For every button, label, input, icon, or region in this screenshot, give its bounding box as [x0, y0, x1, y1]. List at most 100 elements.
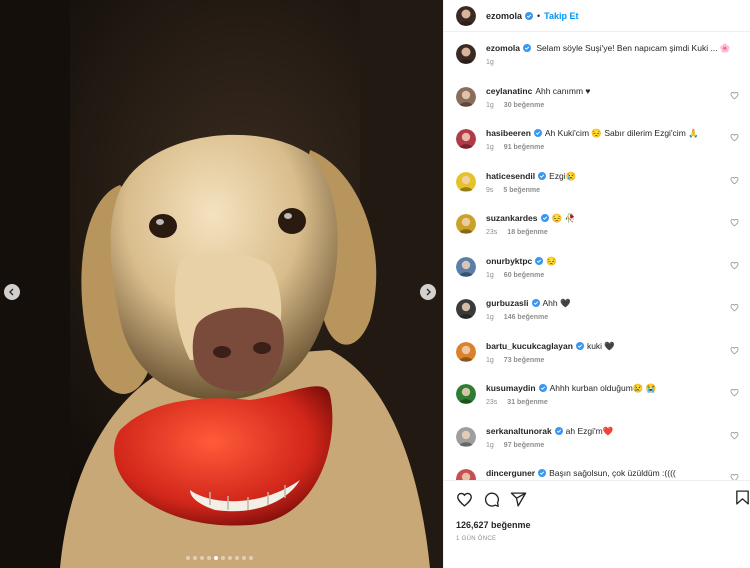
carousel-next-button[interactable]: [420, 284, 436, 300]
post-timestamp: 1 GÜN ÖNCE: [456, 536, 497, 542]
comment-like-icon[interactable]: [730, 261, 739, 270]
carousel-indicator: [186, 556, 253, 560]
post-media[interactable]: [0, 0, 443, 568]
comment-like-icon[interactable]: [730, 91, 739, 100]
carousel-dot: [228, 556, 232, 560]
comment-like-icon[interactable]: [730, 218, 739, 227]
commenter-avatar[interactable]: [456, 129, 476, 149]
carousel-dot: [193, 556, 197, 560]
commenter-avatar[interactable]: [456, 299, 476, 319]
comment-like-icon[interactable]: [730, 176, 739, 185]
bookmark-icon[interactable]: [734, 489, 750, 506]
carousel-dot: [249, 556, 253, 560]
comment-like-icon[interactable]: [730, 431, 739, 440]
carousel-dot: [186, 556, 190, 560]
author-username[interactable]: ezomola: [486, 11, 522, 21]
comment-time: 1g: [486, 271, 494, 279]
comment-username[interactable]: suzankardes: [486, 213, 538, 223]
comment-username[interactable]: onurbyktpc: [486, 256, 532, 266]
chevron-left-icon: [9, 288, 14, 296]
comment-like-icon[interactable]: [730, 346, 739, 355]
commenter-avatar[interactable]: [456, 426, 476, 447]
comment-text: 😔 🥀: [551, 213, 576, 223]
carousel-dot: [207, 556, 211, 560]
comment-like-icon[interactable]: [730, 303, 739, 312]
comment-item: gurbuzasli Ahh 🖤 1g 146 beğenme: [456, 297, 739, 340]
share-icon[interactable]: [510, 491, 527, 508]
commenter-avatar[interactable]: [456, 86, 476, 107]
comment-item: onurbyktpc 😔 1g 60 beğenme: [456, 255, 739, 298]
comment-text: Ezgi😢: [549, 170, 577, 181]
verified-badge-icon: [531, 299, 540, 307]
commenter-avatar[interactable]: [456, 171, 476, 192]
comment-text: Ahh 🖤: [542, 298, 571, 308]
comment-likes[interactable]: 73 beğenme: [504, 357, 544, 364]
comment-like-icon[interactable]: [730, 388, 739, 397]
comment-username[interactable]: gurbuzasli: [486, 298, 529, 308]
header-separator: •: [537, 10, 541, 21]
comment-username[interactable]: kusumaydin: [486, 383, 536, 393]
dog-photo: [0, 0, 443, 568]
comment-time: 1g: [486, 144, 494, 151]
caption-text: Selam söyle Suşi'ye! Ben napıcam şimdi K…: [536, 43, 731, 53]
comment-username[interactable]: haticesendil: [486, 171, 535, 181]
comment-item: haticesendil Ezgi😢 9s 5 beğenme: [456, 170, 739, 213]
carousel-prev-button[interactable]: [4, 284, 20, 300]
comment-time: 23s: [486, 229, 498, 236]
comment-time: 9s: [486, 186, 494, 194]
comment-text: Ahh canımm ♥: [535, 85, 591, 96]
comment-item: dincerguner Başın sağolsun, çok üzüldüm :…: [456, 467, 739, 480]
comment-icon[interactable]: [483, 491, 500, 508]
comment-username[interactable]: serkanaltunorak: [486, 426, 552, 436]
verified-badge-icon: [538, 171, 547, 180]
commenter-avatar[interactable]: [456, 256, 476, 277]
comment-time: 23s: [486, 399, 498, 406]
heart-icon[interactable]: [456, 491, 473, 508]
comment-username[interactable]: dincerguner: [486, 468, 535, 478]
comment-likes[interactable]: 18 beğenme: [507, 229, 547, 236]
verified-badge-icon: [540, 214, 549, 222]
comments-list[interactable]: ezomola Selam söyle Suşi'ye! Ben napıcam…: [444, 32, 750, 480]
carousel-dot: [214, 556, 218, 560]
verified-badge-icon: [523, 44, 532, 52]
verified-badge-icon: [554, 426, 563, 435]
total-likes[interactable]: 126,627 beğenme: [456, 520, 739, 530]
comment-username[interactable]: bartu_kucukcaglayan: [486, 341, 573, 351]
caption-time: 1g: [486, 59, 494, 66]
comment-like-icon[interactable]: [730, 473, 739, 480]
commenter-avatar[interactable]: [456, 214, 476, 234]
carousel-dot: [221, 556, 225, 560]
comment-time: 1g: [486, 101, 494, 109]
chevron-right-icon: [426, 288, 431, 296]
comment-text: Başın sağolsun, çok üzüldüm :((((: [549, 468, 676, 478]
comment-likes[interactable]: 30 beğenme: [504, 102, 544, 109]
comment-text: Ahhh kurban olduğum😢 😭: [549, 383, 657, 393]
comment-likes[interactable]: 31 beğenme: [507, 399, 547, 406]
comment-likes[interactable]: 91 beğenme: [504, 144, 544, 151]
comment-username[interactable]: ceylanatinc: [486, 86, 532, 96]
commenter-avatar[interactable]: [456, 341, 476, 362]
comment-time: 1g: [486, 314, 494, 321]
comment-likes[interactable]: 5 beğenme: [503, 187, 540, 194]
commenter-avatar[interactable]: [456, 469, 476, 480]
comment-time: 1g: [486, 356, 494, 364]
comment-likes[interactable]: 60 beğenme: [504, 272, 544, 279]
caption-avatar[interactable]: [456, 44, 476, 64]
author-avatar[interactable]: [456, 5, 476, 26]
comment-likes[interactable]: 97 beğenme: [504, 442, 544, 449]
verified-badge-icon: [575, 341, 584, 350]
comment-username[interactable]: hasibeeren: [486, 128, 531, 138]
comment-item: serkanaltunorak ah Ezgi'm❤️ 1g 97 beğenme: [456, 425, 739, 468]
commenter-avatar[interactable]: [456, 384, 476, 404]
comment-item: suzankardes 😔 🥀 23s 18 beğenme: [456, 212, 739, 255]
verified-badge-icon: [538, 384, 547, 392]
caption-username[interactable]: ezomola: [486, 43, 520, 53]
comment-like-icon[interactable]: [730, 133, 739, 142]
follow-button[interactable]: Takip Et: [544, 11, 578, 21]
carousel-dot: [235, 556, 239, 560]
comment-likes[interactable]: 146 beğenme: [504, 314, 548, 321]
carousel-dot: [242, 556, 246, 560]
comment-text: kuki 🖤: [586, 340, 615, 351]
comment-text: 😔: [546, 255, 557, 266]
post-header: ezomola • Takip Et: [444, 0, 750, 32]
